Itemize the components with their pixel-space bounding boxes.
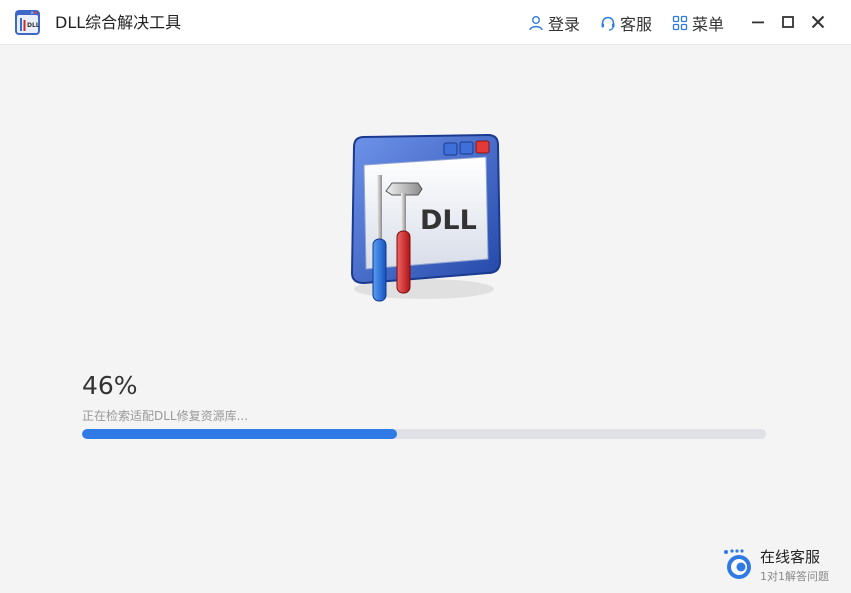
app-window: DLL DLL综合解决工具 登录 客服 菜单 DLL 46% 正在检索适配DLL…	[0, 0, 851, 593]
maximize-button[interactable]	[777, 11, 799, 33]
minimize-icon	[752, 21, 764, 24]
customer-service-button[interactable]: 客服	[600, 11, 652, 35]
app-logo-icon: DLL	[15, 10, 40, 35]
chat-support-icon	[724, 549, 751, 579]
grid-menu-icon	[672, 15, 688, 31]
title-bar: DLL DLL综合解决工具 登录 客服 菜单	[0, 0, 851, 45]
minimize-button[interactable]	[747, 11, 769, 33]
progress-status-text: 正在检索适配DLL修复资源库...	[82, 409, 249, 423]
user-icon	[529, 16, 543, 31]
logo-dll-text: DLL	[420, 205, 477, 236]
login-button[interactable]: 登录	[528, 11, 580, 35]
close-icon	[811, 15, 825, 29]
service-label: 客服	[620, 15, 653, 34]
close-button[interactable]	[807, 11, 829, 33]
menu-label: 菜单	[692, 15, 725, 34]
dll-tools-illustration: DLL	[350, 133, 502, 302]
window-title: DLL综合解决工具	[55, 13, 182, 32]
online-support-button[interactable]: 在线客服 1对1解答问题	[722, 545, 847, 589]
login-label: 登录	[548, 15, 581, 34]
progress-bar	[82, 429, 766, 439]
progress-bar-fill	[82, 429, 397, 439]
progress-percent: 46%	[82, 371, 138, 400]
support-subtitle: 1对1解答问题	[760, 570, 829, 583]
app-logo-text: DLL	[27, 22, 40, 29]
support-title: 在线客服	[760, 548, 821, 566]
menu-button[interactable]: 菜单	[672, 11, 724, 35]
maximize-icon	[782, 16, 794, 28]
headset-icon	[601, 16, 615, 31]
